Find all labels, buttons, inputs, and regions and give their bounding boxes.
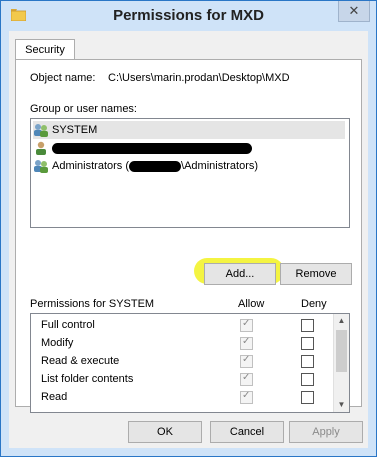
checkmark-icon: ✓ — [242, 336, 251, 347]
close-button[interactable]: ✕ — [338, 1, 370, 22]
admin-prefix: Administrators ( — [52, 160, 130, 172]
checkmark-icon: ✓ — [242, 354, 251, 365]
allow-checkbox[interactable]: ✓ — [240, 372, 253, 386]
permissions-dialog: Permissions for MXD ✕ Security Object na… — [0, 0, 377, 457]
user-icon — [36, 141, 46, 155]
permission-name: List folder contents — [41, 373, 134, 385]
permission-row: Full control ✓ — [31, 316, 331, 334]
users-group-icon — [34, 124, 48, 137]
checkmark-icon: ✓ — [242, 372, 251, 383]
permission-row: Modify ✓ — [31, 334, 331, 352]
deny-checkbox[interactable] — [301, 337, 314, 350]
permissions-label: Permissions for SYSTEM — [30, 298, 155, 310]
deny-header: Deny — [301, 298, 327, 310]
cancel-button[interactable]: Cancel — [210, 421, 284, 443]
deny-checkbox[interactable] — [301, 373, 314, 386]
group-list-label: Group or user names: — [30, 103, 137, 115]
ok-button[interactable]: OK — [128, 421, 202, 443]
checkmark-icon: ✓ — [242, 390, 251, 401]
window-title: Permissions for MXD — [113, 7, 264, 24]
scroll-thumb[interactable] — [336, 330, 347, 372]
users-group-icon — [34, 160, 48, 173]
permission-name: Full control — [41, 319, 95, 331]
remove-button[interactable]: Remove — [280, 263, 352, 285]
checkmark-icon: ✓ — [242, 318, 251, 329]
allow-checkbox[interactable]: ✓ — [240, 390, 253, 404]
allow-checkbox[interactable]: ✓ — [240, 336, 253, 350]
redacted-domain — [129, 160, 182, 172]
list-item-administrators[interactable]: Administrators ( \Administrators) — [33, 157, 258, 175]
allow-checkbox[interactable]: ✓ — [240, 354, 253, 368]
apply-button[interactable]: Apply — [289, 421, 363, 443]
deny-checkbox[interactable] — [301, 391, 314, 404]
permission-row: List folder contents ✓ — [31, 370, 331, 388]
object-name-label: Object name: — [30, 72, 96, 84]
allow-header: Allow — [238, 298, 265, 310]
scroll-down-icon[interactable]: ▼ — [334, 398, 349, 412]
permission-row: Read & execute ✓ — [31, 352, 331, 370]
admin-suffix: \Administrators) — [181, 160, 259, 172]
add-button[interactable]: Add... — [204, 263, 276, 285]
list-item-system[interactable]: SYSTEM — [33, 121, 345, 139]
permission-row: Read ✓ — [31, 388, 331, 406]
security-panel: Object name: C:\Users\marin.prodan\Deskt… — [15, 59, 362, 413]
tab-security[interactable]: Security — [15, 39, 75, 60]
list-item-user[interactable] — [33, 139, 252, 157]
title-bar[interactable]: Permissions for MXD ✕ — [1, 1, 376, 31]
deny-checkbox[interactable] — [301, 319, 314, 332]
dialog-body: Security Object name: C:\Users\marin.pro… — [9, 31, 368, 448]
permissions-list: Full control ✓ Modify ✓ Read & execute ✓… — [30, 313, 350, 413]
deny-checkbox[interactable] — [301, 355, 314, 368]
scroll-up-icon[interactable]: ▲ — [334, 314, 349, 328]
list-item-label: SYSTEM — [52, 124, 98, 136]
permission-name: Read & execute — [41, 355, 120, 367]
permission-name: Modify — [41, 337, 74, 349]
permission-name: Read — [41, 391, 68, 403]
group-user-list[interactable]: SYSTEM Administrators ( \Administrators) — [30, 118, 350, 228]
allow-checkbox[interactable]: ✓ — [240, 318, 253, 332]
object-name-value: C:\Users\marin.prodan\Desktop\MXD — [108, 72, 290, 84]
redacted-username — [52, 142, 252, 154]
permissions-scrollbar[interactable]: ▲ ▼ — [333, 314, 349, 412]
